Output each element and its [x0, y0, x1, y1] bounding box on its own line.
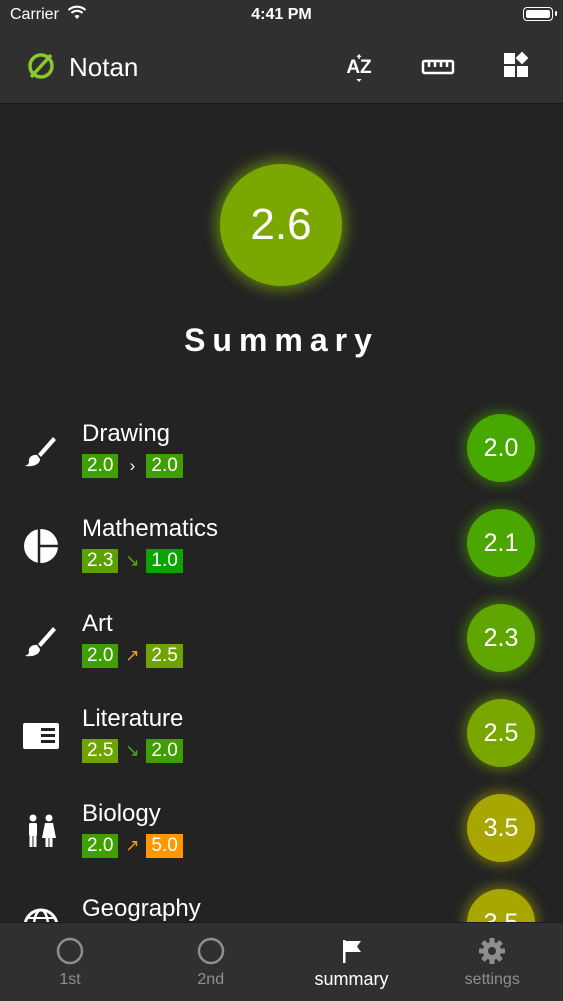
- overall-grade-value: 3.5: [484, 909, 519, 923]
- average-score-value: 2.6: [250, 200, 312, 249]
- trend-arrow-icon: ↗: [125, 646, 140, 665]
- second-semester-grade: 2.0: [146, 454, 183, 478]
- overall-grade-value: 2.0: [483, 433, 519, 462]
- subject-row[interactable]: Mathematics 2.3 ↘ 1.0 2.1: [0, 493, 563, 588]
- overall-grade-circle: 2.3: [467, 604, 535, 672]
- app-title: Notan: [69, 52, 139, 82]
- overall-grade-value: 2.1: [483, 528, 519, 557]
- subject-row[interactable]: Biology 2.0 ↗ 5.0 3.5: [0, 778, 563, 873]
- tab-label: summary: [314, 969, 389, 989]
- subject-row[interactable]: Art 2.0 ↗ 2.5 2.3: [0, 588, 563, 683]
- subject-row[interactable]: Drawing 2.0 › 2.0 2.0: [0, 398, 563, 493]
- subject-row[interactable]: Geography 3.5: [0, 873, 563, 922]
- tab-bar: 1st 2nd summary settings: [0, 922, 563, 1001]
- subject-name: Drawing: [82, 420, 171, 447]
- ruler-icon[interactable]: [420, 49, 456, 85]
- sort-az-icon[interactable]: AZ: [341, 49, 377, 85]
- svg-text:AZ: AZ: [346, 57, 372, 78]
- tab-label: 1st: [59, 971, 81, 988]
- subject-row[interactable]: Literature 2.5 ↘ 2.0 2.5: [0, 683, 563, 778]
- book-icon: [22, 717, 60, 755]
- second-semester-grade: 2.5: [146, 644, 183, 668]
- subject-name: Biology: [82, 800, 161, 827]
- tab-2nd[interactable]: 2nd: [141, 923, 281, 1001]
- overall-grade-value: 3.5: [483, 813, 519, 842]
- average-score-circle: 2.6: [220, 164, 342, 286]
- status-bar: Carrier 4:41 PM: [0, 0, 563, 30]
- tab-label: 2nd: [197, 971, 225, 988]
- overall-grade-circle: 2.0: [467, 414, 535, 482]
- navigation-bar: Notan AZ: [0, 30, 563, 104]
- brush-icon: [22, 622, 60, 660]
- brush-icon: [22, 432, 60, 470]
- overall-grade-circle: 2.1: [467, 509, 535, 577]
- overall-grade-circle: 3.5: [467, 889, 535, 922]
- first-semester-grade: 2.3: [82, 549, 119, 573]
- overall-grade-value: 2.3: [483, 623, 519, 652]
- grade-trend: 2.0 › 2.0: [82, 454, 183, 478]
- second-semester-grade: 1.0: [146, 549, 183, 573]
- first-semester-grade: 2.0: [82, 834, 119, 858]
- trend-arrow-icon: ↗: [125, 836, 140, 855]
- overall-grade-value: 2.5: [483, 718, 519, 747]
- circle-icon: [197, 937, 225, 965]
- empty-set-icon: [26, 51, 56, 86]
- pie-chart-icon: [22, 527, 60, 565]
- tab-settings[interactable]: settings: [422, 923, 562, 1001]
- tab-summary[interactable]: summary: [282, 923, 422, 1001]
- tab-label: settings: [464, 971, 520, 988]
- trend-arrow-icon: ›: [129, 456, 136, 475]
- overall-grade-circle: 3.5: [467, 794, 535, 862]
- tab-1st[interactable]: 1st: [0, 923, 140, 1001]
- subject-list[interactable]: Drawing 2.0 › 2.0 2.0 Mathematics 2.3 ↘ 1.0 2.1 Ar…: [0, 398, 563, 922]
- grade-trend: 2.0 ↗ 2.5: [82, 644, 183, 668]
- trend-arrow-icon: ↘: [125, 551, 140, 570]
- grade-trend: 2.5 ↘ 2.0: [82, 739, 183, 763]
- circle-icon: [56, 937, 84, 965]
- subject-name: Mathematics: [82, 515, 219, 542]
- first-semester-grade: 2.0: [82, 644, 119, 668]
- trend-arrow-icon: ↘: [125, 741, 140, 760]
- battery-icon: [523, 7, 557, 21]
- second-semester-grade: 5.0: [146, 834, 183, 858]
- people-icon: [22, 812, 60, 850]
- grade-trend: 2.0 ↗ 5.0: [82, 834, 183, 858]
- status-time: 4:41 PM: [251, 6, 312, 23]
- second-semester-grade: 2.0: [146, 739, 183, 763]
- gear-icon: [478, 937, 506, 965]
- globe-icon: [22, 907, 60, 922]
- first-semester-grade: 2.5: [82, 739, 119, 763]
- subject-name: Geography: [82, 895, 201, 922]
- page-title: Summary: [184, 322, 379, 358]
- grade-trend: 2.3 ↘ 1.0: [82, 549, 183, 573]
- overall-grade-circle: 2.5: [467, 699, 535, 767]
- subject-name: Literature: [82, 705, 184, 732]
- flag-icon: [338, 937, 366, 965]
- subject-name: Art: [82, 610, 113, 637]
- widgets-icon[interactable]: [498, 49, 534, 85]
- first-semester-grade: 2.0: [82, 454, 119, 478]
